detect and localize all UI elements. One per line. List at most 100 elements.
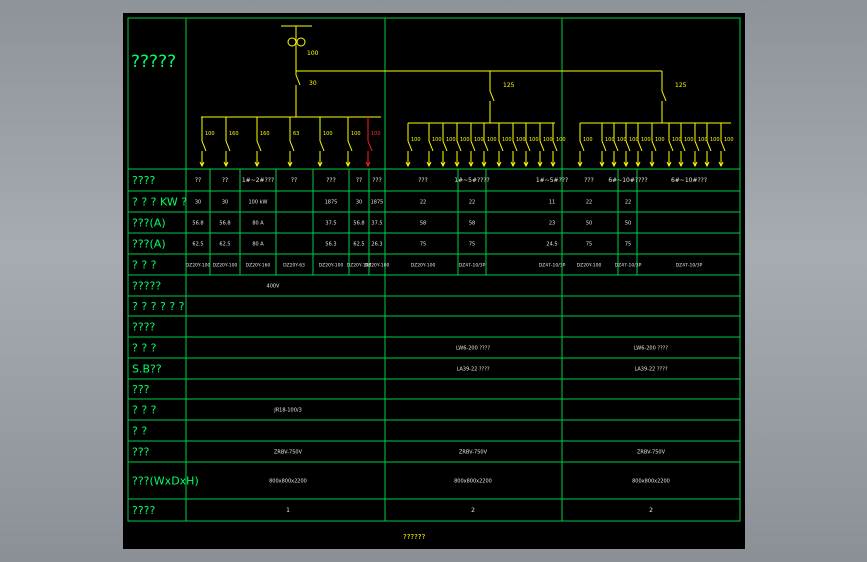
sec1-branch-7-label: 100 <box>502 137 512 143</box>
sec0-branch-3-label: 160 <box>260 131 270 137</box>
drawing-footer-title: ?????? <box>403 533 426 541</box>
section2-feeder: 125 <box>580 71 731 124</box>
sec0-branch-7-breaker-icon <box>367 140 373 152</box>
amp1-cell-10: 23 <box>549 221 555 227</box>
model-cell-2: DZ20Y-100 <box>213 263 238 269</box>
name-cell-7: ??? <box>372 177 382 184</box>
row-label-8: ???? <box>132 321 156 334</box>
name-cell-13: 6#~10#??? <box>671 177 707 184</box>
row-label-13: ? ? <box>132 425 147 438</box>
row-label-11: ??? <box>132 383 150 396</box>
row-label-1: ???? <box>132 174 156 187</box>
sec0-branch-5-breaker-icon <box>319 140 325 152</box>
name-cell-5: ??? <box>326 177 336 184</box>
top-breaker-label: 100 <box>307 50 319 57</box>
kw-cell-2: 30 <box>222 200 228 206</box>
kw-cell-1: 30 <box>195 200 201 206</box>
amp2-cell-12: 75 <box>625 242 631 248</box>
sec0-branch-7-label: 100 <box>371 131 381 137</box>
sec0-branch-2-breaker-icon <box>225 140 231 152</box>
kw-cell-6: 30 <box>356 200 362 206</box>
sec2-branch-11-label: 100 <box>724 137 734 143</box>
amp2-cell-7: 26.3 <box>371 242 382 248</box>
row14-cell-3: ZRBV-750V <box>637 450 666 456</box>
row-label-16: ???? <box>132 504 156 517</box>
sec0-branch-6-breaker-icon <box>347 140 353 152</box>
amp1-cell-9: 58 <box>469 221 475 227</box>
sec1-branch-6-label: 100 <box>487 137 497 143</box>
sec0-branch-5-label: 100 <box>323 131 333 137</box>
row6-text: 400V <box>267 284 281 290</box>
main-breaker-label: 30 <box>309 80 317 87</box>
row-label-6: ????? <box>132 280 161 293</box>
row-label-12: ? ? ? <box>132 404 157 417</box>
sec2-branch-6-label: 100 <box>655 137 665 143</box>
row16-cell-3: 2 <box>649 507 653 514</box>
row-label-14: ??? <box>132 446 150 459</box>
sec1-branch-11-label: 100 <box>556 137 566 143</box>
model-cell-4: DZ20Y-63 <box>283 263 305 269</box>
model-cell-12: DZ47-10/3P <box>615 263 642 269</box>
row15-cell-1: 800x800x2200 <box>269 479 307 485</box>
name-cell-12: 6#~10#???? <box>608 177 647 184</box>
name-cell-10: 1#~5#??? <box>536 177 568 184</box>
row-label-15: ???(WxDxH) <box>132 475 199 488</box>
kw-cell-5: 1875 <box>325 200 338 206</box>
amp1-cell-2: 56.8 <box>219 221 230 227</box>
sec2-branch-7-label: 100 <box>672 137 682 143</box>
sec1-branch-3-label: 100 <box>446 137 456 143</box>
electrical-panel-schedule: ????? 100 30 125 125 100 160 160 63 100 100 10… <box>127 17 741 541</box>
sec0-branch-4-label: 63 <box>293 131 299 137</box>
name-cell-3: 1#~2#??? <box>242 177 274 184</box>
model-cell-3: DZ20Y-160 <box>246 263 271 269</box>
row-label-5: ? ? ? <box>132 259 157 272</box>
model-cell-1: DZ20Y-100 <box>186 263 211 269</box>
row15-cell-3: 800x800x2200 <box>632 479 670 485</box>
amp2-cell-11: 75 <box>586 242 592 248</box>
amp2-cell-6: 62.5 <box>353 242 364 248</box>
row-label-3: ???(A) <box>132 217 166 230</box>
sec2-branch-2-label: 100 <box>605 137 615 143</box>
drawing-frame <box>127 17 741 522</box>
model-cell-9: DZ47-10/3P <box>459 263 486 269</box>
amp2-cell-9: 75 <box>469 242 475 248</box>
sec1-branch-10-label: 100 <box>543 137 553 143</box>
row-label-10: S.B?? <box>132 363 162 376</box>
name-cell-6: ?? <box>356 177 362 184</box>
amp2-cell-3: 80 A <box>252 242 264 248</box>
branch-circuits: 100 160 160 63 100 100 100100 100 100 100 100 100 10… <box>199 117 734 168</box>
sec2-branch-9-label: 100 <box>698 137 708 143</box>
row15-cell-2: 800x800x2200 <box>454 479 492 485</box>
amp2-cell-10: 24.5 <box>546 242 557 248</box>
name-cell-4: ?? <box>291 177 297 184</box>
model-cell-10: DZ47-10/3P <box>539 263 566 269</box>
model-cell-7: DZ20Y-100 <box>365 263 390 269</box>
section2-breaker-label: 125 <box>675 82 687 89</box>
sec1-branch-4-label: 100 <box>460 137 470 143</box>
sec2-branch-3-label: 100 <box>617 137 627 143</box>
sec2-branch-10-label: 100 <box>710 137 720 143</box>
row12-text: JR18-100/3 <box>273 408 302 414</box>
main-breaker-icon <box>295 74 301 86</box>
sec0-branch-6-label: 100 <box>351 131 361 137</box>
amp1-cell-3: 80 A <box>252 221 264 227</box>
sec1-branch-2-label: 100 <box>432 137 442 143</box>
row14-cell-1: ZRBV-750V <box>274 450 303 456</box>
sec1-branch-5-label: 100 <box>474 137 484 143</box>
sec1-branch-1-label: 100 <box>411 137 421 143</box>
kw-cell-9: 22 <box>469 200 475 206</box>
name-cell-9: 1#~5#???? <box>454 177 489 184</box>
sec2-branch-8-label: 100 <box>684 137 694 143</box>
amp1-cell-1: 56.8 <box>192 221 203 227</box>
name-cell-11: ??? <box>584 177 594 184</box>
kw-cell-8: 22 <box>420 200 426 206</box>
sec1-branch-8-label: 100 <box>516 137 526 143</box>
sec0-branch-3-breaker-icon <box>256 140 262 152</box>
amp2-cell-8: 75 <box>420 242 426 248</box>
row-label-4: ???(A) <box>132 238 166 251</box>
row-label-2: ? ? ? KW ? <box>132 196 187 209</box>
section1-feeder: 125 <box>408 71 555 124</box>
row9-right-text: LW6-200 ???? <box>634 346 668 352</box>
model-cell-5: DZ20Y-100 <box>319 263 344 269</box>
transformer-icon <box>287 37 297 47</box>
